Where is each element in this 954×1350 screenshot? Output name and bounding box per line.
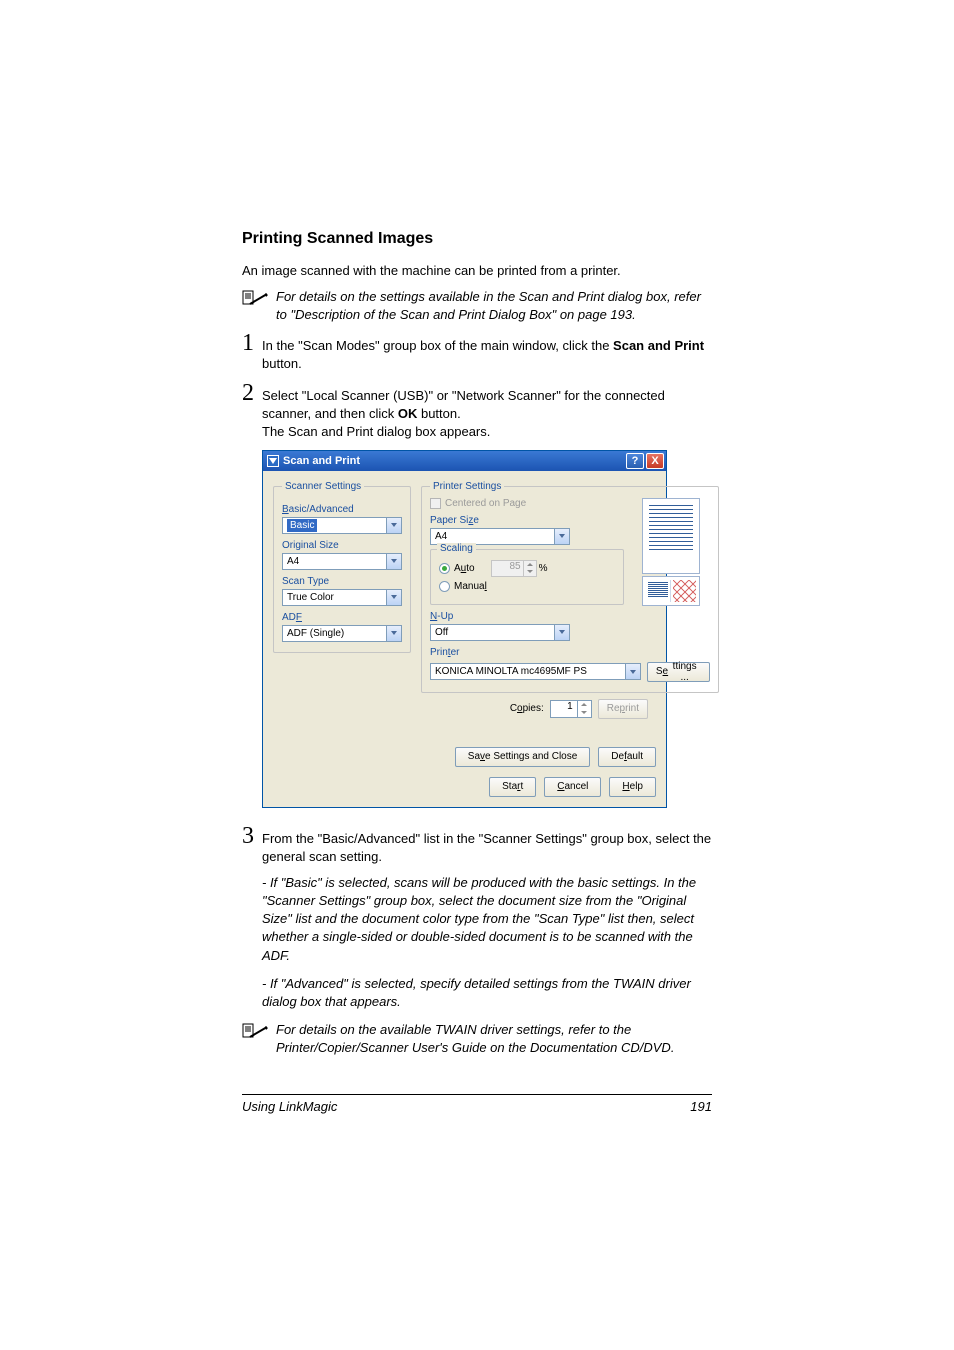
note-2: For details on the available TWAIN drive… bbox=[242, 1021, 712, 1057]
step-1-text: In the "Scan Modes" group box of the mai… bbox=[262, 331, 712, 373]
scaling-manual-radio[interactable]: Manual bbox=[439, 581, 615, 592]
original-size-value: A4 bbox=[283, 556, 386, 567]
pct-unit: % bbox=[539, 563, 548, 574]
printer-dropdown[interactable]: KONICA MINOLTA mc4695MF PS bbox=[430, 663, 641, 680]
basic-advanced-dropdown[interactable]: Basic bbox=[282, 517, 402, 534]
chevron-down-icon[interactable] bbox=[554, 529, 569, 544]
step-num-1: 1 bbox=[242, 331, 262, 355]
printer-settings-group: Printer Settings Centered on Page Paper … bbox=[421, 481, 719, 693]
chevron-down-icon[interactable] bbox=[386, 518, 401, 533]
scaling-auto-radio[interactable]: Auto 85 % bbox=[439, 560, 615, 577]
step-3-text: From the "Basic/Advanced" list in the "S… bbox=[262, 824, 712, 866]
manual-label: Manual bbox=[454, 581, 487, 592]
nup-label: N-Up bbox=[430, 611, 624, 622]
intro-text: An image scanned with the machine can be… bbox=[242, 262, 712, 280]
window-title: Scan and Print bbox=[283, 455, 360, 467]
chevron-down-icon[interactable] bbox=[386, 554, 401, 569]
close-titlebar-button[interactable]: X bbox=[646, 453, 664, 469]
help-titlebar-button[interactable]: ? bbox=[626, 453, 644, 469]
note-icon bbox=[242, 1021, 276, 1046]
app-icon bbox=[267, 455, 279, 467]
step-1: 1 In the "Scan Modes" group box of the m… bbox=[242, 331, 712, 373]
reprint-button: Reprint bbox=[598, 699, 648, 719]
nup-value: Off bbox=[431, 627, 554, 638]
scan-type-dropdown[interactable]: True Color bbox=[282, 589, 402, 606]
adf-dropdown[interactable]: ADF (Single) bbox=[282, 625, 402, 642]
preview-page-large bbox=[642, 498, 700, 574]
adf-value: ADF (Single) bbox=[283, 628, 386, 639]
scan-and-print-dialog: Scan and Print ? X Scanner Settings Basi… bbox=[262, 450, 667, 808]
copies-label: Copies: bbox=[510, 703, 544, 714]
note-1-text: For details on the settings available in… bbox=[276, 288, 712, 324]
preview-page-small bbox=[642, 576, 700, 606]
help-button[interactable]: Help bbox=[609, 777, 656, 797]
chevron-down-icon[interactable] bbox=[386, 626, 401, 641]
step-2-text: Select "Local Scanner (USB)" or "Network… bbox=[262, 381, 712, 442]
step-3-note-b: - If "Advanced" is selected, specify det… bbox=[262, 975, 712, 1011]
radio-icon bbox=[439, 581, 450, 592]
printer-label: Printer bbox=[430, 647, 710, 658]
s2-c: button. bbox=[417, 406, 460, 421]
default-button[interactable]: Default bbox=[598, 747, 656, 767]
save-settings-close-button[interactable]: Save Settings and Close bbox=[455, 747, 591, 767]
preview-hatch-icon bbox=[673, 580, 697, 602]
footer-left: Using LinkMagic bbox=[242, 1099, 337, 1114]
basic-advanced-value: Basic bbox=[287, 519, 317, 532]
cancel-button[interactable]: Cancel bbox=[544, 777, 601, 797]
scanner-settings-group: Scanner Settings Basic/Advanced Basic Or… bbox=[273, 481, 411, 653]
original-size-dropdown[interactable]: A4 bbox=[282, 553, 402, 570]
copies-spinner[interactable]: 1 bbox=[550, 700, 592, 718]
scaling-group: Scaling Auto 85 bbox=[430, 549, 624, 605]
scan-type-value: True Color bbox=[283, 592, 386, 603]
chevron-down-icon[interactable] bbox=[625, 664, 640, 679]
adf-label: ADF bbox=[282, 612, 402, 623]
start-button[interactable]: Start bbox=[489, 777, 536, 797]
settings-button[interactable]: Settings ... bbox=[647, 662, 710, 682]
centered-label: Centered on Page bbox=[445, 498, 526, 509]
auto-label: Auto bbox=[454, 563, 475, 574]
scanner-settings-legend: Scanner Settings bbox=[282, 481, 364, 492]
s1-a: In the "Scan Modes" group box of the mai… bbox=[262, 338, 613, 353]
note-icon bbox=[242, 288, 276, 313]
step-2: 2 Select "Local Scanner (USB)" or "Netwo… bbox=[242, 381, 712, 442]
step-3: 3 From the "Basic/Advanced" list in the … bbox=[242, 824, 712, 866]
scan-type-label: Scan Type bbox=[282, 576, 402, 587]
chevron-down-icon[interactable] bbox=[554, 625, 569, 640]
s1-c: button. bbox=[262, 356, 302, 371]
copies-value: 1 bbox=[551, 701, 577, 717]
radio-selected-icon bbox=[439, 563, 450, 574]
original-size-label: Original Size bbox=[282, 540, 402, 551]
s2-b: OK bbox=[398, 406, 418, 421]
printer-settings-legend: Printer Settings bbox=[430, 481, 504, 492]
footer-rule bbox=[242, 1094, 712, 1095]
scaling-legend: Scaling bbox=[437, 543, 476, 554]
s2-d: The Scan and Print dialog box appears. bbox=[262, 423, 712, 441]
scaling-value: 85 bbox=[492, 561, 523, 576]
nup-dropdown[interactable]: Off bbox=[430, 624, 570, 641]
centered-on-page-checkbox: Centered on Page bbox=[430, 498, 624, 509]
step-3-note-a: - If "Basic" is selected, scans will be … bbox=[262, 874, 712, 965]
section-heading: Printing Scanned Images bbox=[242, 230, 712, 248]
print-preview bbox=[632, 498, 710, 606]
checkbox-icon bbox=[430, 498, 441, 509]
step-num-2: 2 bbox=[242, 381, 262, 405]
paper-size-value: A4 bbox=[431, 531, 554, 542]
titlebar: Scan and Print ? X bbox=[263, 451, 666, 471]
note-2-text: For details on the available TWAIN drive… bbox=[276, 1021, 712, 1057]
s2-a: Select "Local Scanner (USB)" or "Network… bbox=[262, 388, 665, 421]
paper-size-label: Paper Size bbox=[430, 515, 624, 526]
s1-b: Scan and Print bbox=[613, 338, 704, 353]
basic-advanced-label: Basic/Advanced bbox=[282, 504, 402, 515]
scaling-spinner: 85 bbox=[491, 560, 537, 577]
note-1: For details on the settings available in… bbox=[242, 288, 712, 324]
page-number: 191 bbox=[690, 1099, 712, 1114]
chevron-down-icon[interactable] bbox=[386, 590, 401, 605]
step-num-3: 3 bbox=[242, 824, 262, 848]
printer-value: KONICA MINOLTA mc4695MF PS bbox=[431, 666, 625, 677]
